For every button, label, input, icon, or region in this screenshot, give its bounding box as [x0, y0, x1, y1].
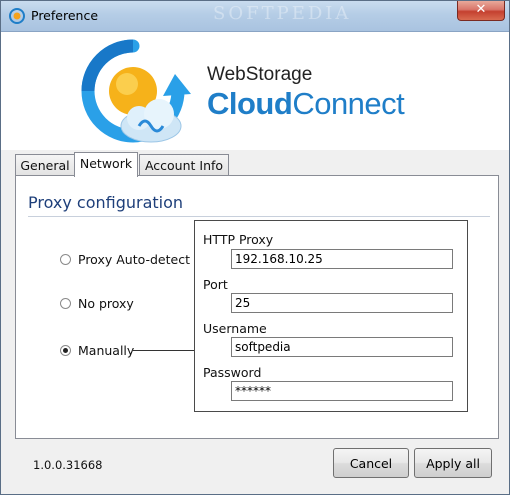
password-input[interactable]: [231, 381, 453, 401]
username-label: Username: [203, 321, 267, 336]
manual-proxy-group: HTTP Proxy Port Username Password: [194, 220, 468, 412]
radio-proxy-auto-detect[interactable]: Proxy Auto-detect: [60, 251, 190, 267]
section-divider: [28, 216, 490, 217]
brand-name: WebStorage: [207, 64, 313, 85]
http-proxy-input[interactable]: [231, 249, 453, 269]
watermark-text: SOFTPEDIA: [213, 3, 352, 24]
radio-label: No proxy: [78, 295, 134, 311]
section-title: Proxy configuration: [28, 193, 184, 212]
close-icon: ✕: [475, 2, 487, 17]
port-input[interactable]: [231, 293, 453, 313]
radio-label: Proxy Auto-detect: [78, 251, 190, 267]
tab-general[interactable]: General: [15, 154, 75, 176]
preference-window: Preference SOFTPEDIA ✕ WebStorage CloudC…: [0, 0, 510, 495]
password-label: Password: [203, 365, 262, 380]
app-icon: [9, 8, 25, 24]
close-button[interactable]: ✕: [457, 1, 505, 21]
webstorage-logo-icon: [81, 39, 191, 143]
username-input[interactable]: [231, 337, 453, 357]
radio-label: Manually: [78, 342, 135, 358]
product-name: CloudConnect: [207, 86, 405, 122]
radio-button[interactable]: [60, 297, 71, 309]
network-panel: Proxy configuration Proxy Auto-detect No…: [15, 175, 499, 439]
apply-all-button[interactable]: Apply all: [414, 448, 492, 478]
radio-manually[interactable]: Manually: [60, 342, 134, 358]
banner: WebStorage CloudConnect: [1, 32, 509, 150]
product-name-bold: Cloud: [207, 86, 293, 121]
tab-network[interactable]: Network: [74, 152, 138, 177]
version-label: 1.0.0.31668: [33, 458, 103, 472]
product-name-regular: Connect: [292, 86, 405, 121]
radio-button-selected[interactable]: [60, 344, 71, 356]
radio-button[interactable]: [60, 253, 71, 265]
cancel-button[interactable]: Cancel: [333, 448, 409, 478]
connector-line: [132, 350, 194, 351]
port-label: Port: [203, 277, 228, 292]
tab-account-info[interactable]: Account Info: [139, 154, 229, 176]
title-bar[interactable]: Preference SOFTPEDIA ✕: [1, 1, 509, 32]
http-proxy-label: HTTP Proxy: [203, 232, 274, 247]
window-title: Preference: [31, 8, 99, 23]
radio-no-proxy[interactable]: No proxy: [60, 295, 134, 311]
